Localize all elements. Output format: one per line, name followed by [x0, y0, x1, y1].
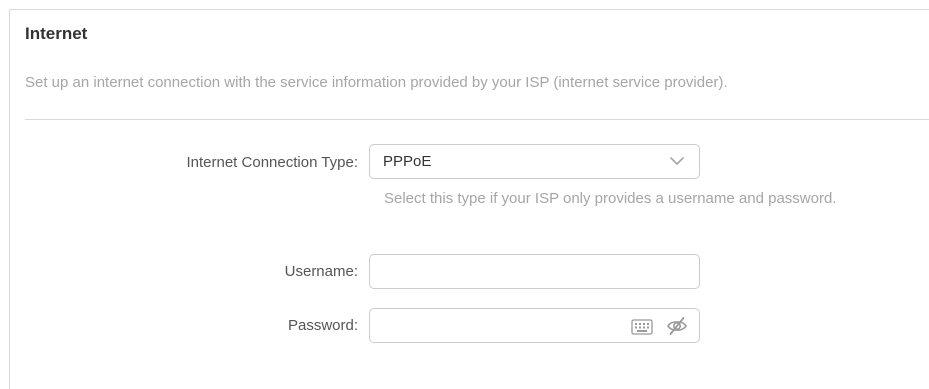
password-field-box [369, 308, 700, 343]
username-input[interactable] [370, 255, 699, 288]
divider [25, 119, 929, 120]
username-field-box [369, 254, 700, 289]
connection-type-select[interactable]: PPPoE [369, 144, 700, 179]
keyboard-icon[interactable] [631, 319, 653, 335]
connection-type-hint: Select this type if your ISP only provid… [384, 190, 837, 207]
connection-type-value: PPPoE [383, 153, 432, 170]
password-label: Password: [287, 317, 358, 334]
connection-type-label: Internet Connection Type: [186, 154, 358, 171]
section-title: Internet [25, 24, 88, 43]
eye-slash-icon[interactable] [666, 315, 688, 337]
chevron-down-icon [670, 157, 684, 165]
username-label: Username: [284, 263, 358, 280]
section-description: Set up an internet connection with the s… [25, 74, 728, 91]
